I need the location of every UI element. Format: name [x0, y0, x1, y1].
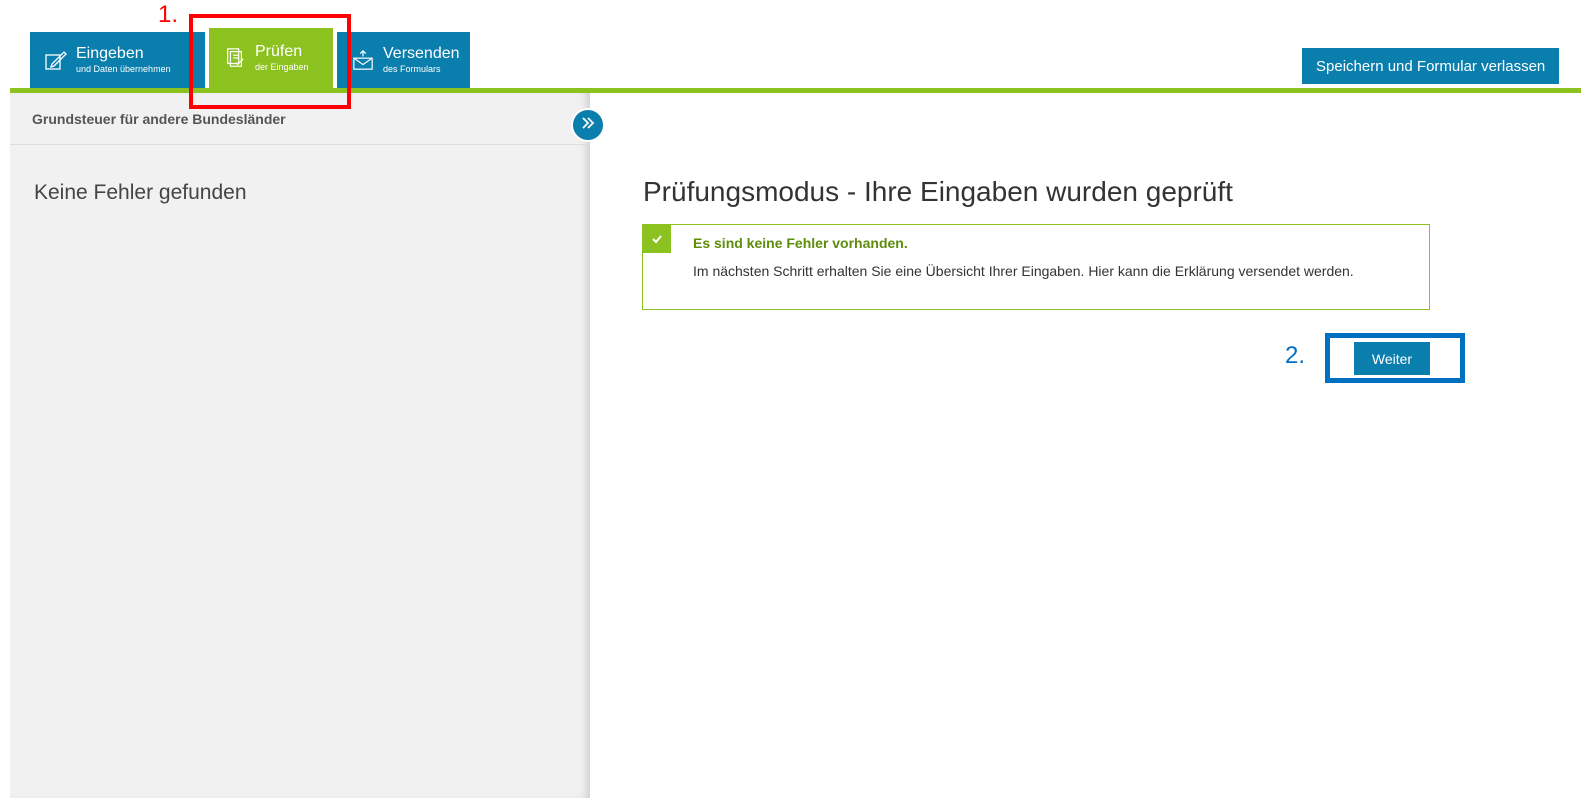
- page-title: Prüfungsmodus - Ihre Eingaben wurden gep…: [643, 176, 1233, 207]
- tab-title: Versenden: [383, 44, 460, 62]
- tab-subtitle: und Daten übernehmen: [76, 63, 171, 74]
- tab-versenden[interactable]: Versenden des Formulars: [337, 32, 470, 88]
- sidebar: Grundsteuer für andere Bundesländer Kein…: [10, 93, 590, 798]
- double-chevron-right-icon: [581, 116, 595, 135]
- tab-eingeben[interactable]: Eingeben und Daten übernehmen: [30, 32, 205, 88]
- sidebar-message: Keine Fehler gefunden: [34, 181, 247, 204]
- sidebar-toggle-button[interactable]: [571, 108, 605, 142]
- edit-icon: [44, 48, 68, 72]
- annotation-box-step1: [189, 14, 351, 109]
- send-mail-icon: [351, 48, 375, 72]
- check-icon: [643, 225, 671, 253]
- tab-title: Eingeben: [76, 44, 144, 62]
- annotation-box-step2: [1325, 333, 1465, 383]
- notice-title: Es sind keine Fehler vorhanden.: [693, 235, 908, 251]
- notice-text: Im nächsten Schritt erhalten Sie eine Üb…: [693, 263, 1354, 279]
- save-and-exit-button[interactable]: Speichern und Formular verlassen: [1302, 48, 1560, 84]
- annotation-label-step1: 1.: [158, 1, 179, 28]
- annotation-label-step2: 2.: [1285, 342, 1306, 369]
- success-notice: Es sind keine Fehler vorhanden. Im nächs…: [642, 224, 1430, 310]
- tab-subtitle: des Formulars: [383, 63, 441, 74]
